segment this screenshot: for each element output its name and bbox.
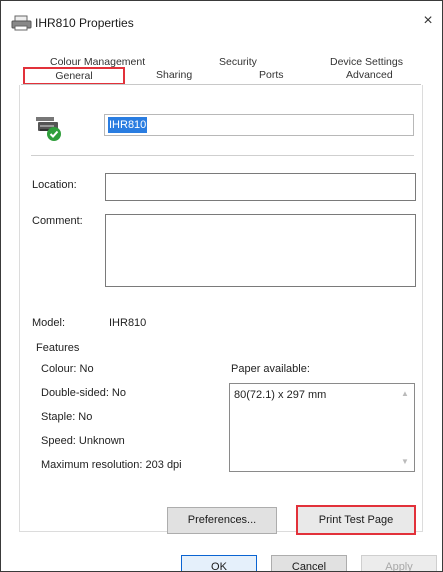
tab-sharing[interactable]: Sharing: [156, 67, 192, 83]
apply-button[interactable]: Apply: [361, 555, 437, 571]
properties-window: IHR810 Properties × Colour Management Se…: [0, 0, 443, 572]
printer-name-text: IHR810: [108, 117, 148, 133]
comment-textarea[interactable]: [105, 214, 416, 287]
tab-advanced[interactable]: Advanced: [346, 67, 393, 83]
close-icon[interactable]: ×: [418, 11, 438, 31]
model-label: Model:: [32, 317, 66, 329]
title-bar[interactable]: IHR810 Properties ×: [1, 1, 442, 41]
printer-name-input[interactable]: IHR810: [104, 114, 414, 136]
paper-available-label: Paper available:: [231, 363, 310, 375]
comment-label: Comment:: [32, 215, 83, 227]
window-title: IHR810 Properties: [35, 16, 134, 30]
feature-colour: Colour: No: [41, 363, 94, 375]
scroll-up-icon[interactable]: ▲: [401, 390, 409, 398]
separator-line: [31, 155, 414, 156]
feature-staple: Staple: No: [41, 411, 93, 423]
paper-available-list[interactable]: 80(72.1) x 297 mm ▲ ▼: [229, 383, 415, 472]
feature-double-sided: Double-sided: No: [41, 387, 126, 399]
features-heading: Features: [36, 342, 80, 354]
ok-button[interactable]: OK: [181, 555, 257, 571]
printer-title-icon: [11, 15, 33, 31]
tab-security[interactable]: Security: [219, 54, 257, 70]
tab-general[interactable]: General: [23, 67, 125, 85]
feature-speed: Speed: Unknown: [41, 435, 125, 447]
paper-list-item[interactable]: 80(72.1) x 297 mm: [234, 389, 326, 401]
location-label: Location:: [32, 179, 77, 191]
location-input[interactable]: [105, 173, 416, 201]
cancel-button[interactable]: Cancel: [271, 555, 347, 571]
tab-ports[interactable]: Ports: [259, 67, 284, 83]
printer-icon: [34, 113, 64, 143]
model-value: IHR810: [109, 317, 147, 329]
feature-max-resolution: Maximum resolution: 203 dpi: [41, 459, 182, 471]
preferences-button[interactable]: Preferences...: [167, 507, 277, 534]
scroll-down-icon[interactable]: ▼: [401, 458, 409, 466]
print-test-page-button[interactable]: Print Test Page: [296, 505, 416, 535]
